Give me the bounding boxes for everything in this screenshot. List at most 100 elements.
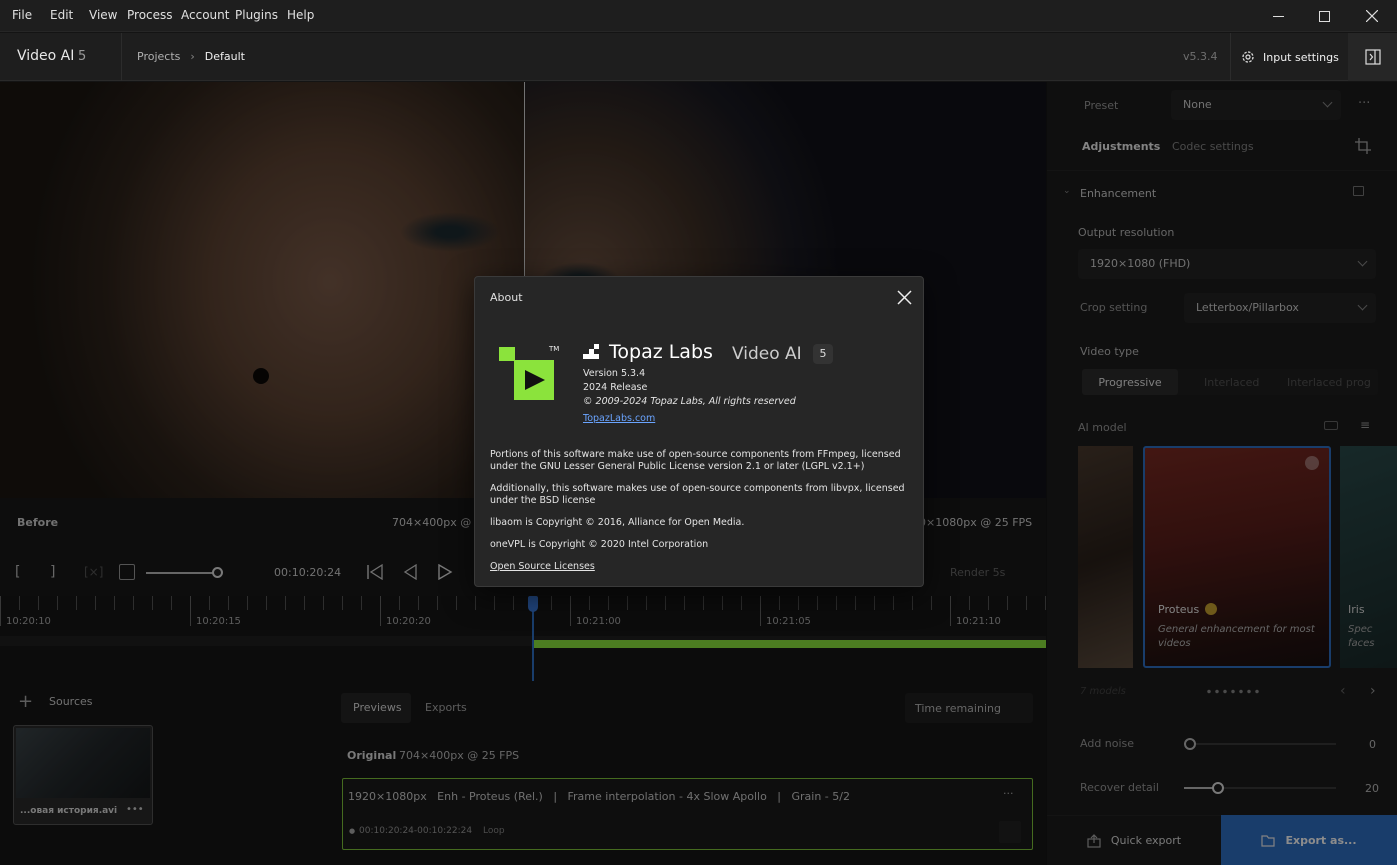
- menu-help[interactable]: Help: [287, 8, 314, 22]
- about-dialog: About TM Topaz Labs Video AI 5 Version 5…: [474, 276, 924, 587]
- model-card-previous[interactable]: [1078, 446, 1133, 668]
- export-as-button[interactable]: Export as...: [1221, 815, 1397, 865]
- lock-icon[interactable]: [1353, 186, 1364, 196]
- carousel-prev-icon[interactable]: ‹: [1340, 683, 1346, 699]
- trademark-mark: TM: [549, 345, 560, 353]
- recover-detail-handle[interactable]: [1212, 782, 1224, 794]
- original-info: 704×400px @ 25 FPS: [399, 749, 520, 762]
- export-as-label: Export as...: [1285, 833, 1357, 847]
- loop-toggle[interactable]: Loop: [483, 826, 505, 836]
- folder-icon: [1261, 835, 1276, 847]
- list-view-icon[interactable]: ≡: [1360, 418, 1370, 432]
- prev-frame-icon[interactable]: [401, 564, 419, 580]
- source-thumbnail[interactable]: ...овая история.avi •••: [13, 725, 153, 825]
- chevron-down-icon: [1357, 256, 1368, 267]
- model-desc-next: Spec faces: [1348, 624, 1375, 649]
- maximize-button[interactable]: [1301, 0, 1347, 32]
- tick-label: 10:20:10: [6, 616, 51, 627]
- open-source-licenses-link[interactable]: Open Source Licenses: [490, 561, 915, 573]
- quick-export-button[interactable]: Quick export: [1047, 815, 1221, 865]
- mark-out-button[interactable]: ]: [50, 564, 55, 580]
- minimize-button[interactable]: [1255, 0, 1301, 32]
- crop-dropdown[interactable]: Letterbox/Pillarbox: [1184, 293, 1376, 323]
- play-icon[interactable]: [437, 564, 453, 580]
- timecode: 00:10:20:24: [274, 566, 342, 579]
- grid-view-icon[interactable]: [1324, 421, 1338, 430]
- zoom-slider[interactable]: [146, 572, 218, 574]
- chevron-down-icon[interactable]: ⌄: [1063, 186, 1071, 196]
- tick-label: 10:21:05: [766, 616, 811, 627]
- sources-label: Sources: [49, 695, 93, 708]
- add-source-button[interactable]: +: [18, 691, 33, 712]
- zoom-slider-handle[interactable]: [212, 567, 223, 578]
- playhead-handle[interactable]: [528, 596, 538, 612]
- version-label: v5.3.4: [1183, 50, 1218, 63]
- menu-account[interactable]: Account: [181, 8, 229, 22]
- model-desc: General enhancement for most videos: [1158, 624, 1315, 649]
- crop-icon[interactable]: [1355, 138, 1371, 154]
- preset-value: None: [1183, 98, 1212, 111]
- model-card-iris[interactable]: Iris Spec faces: [1340, 446, 1397, 668]
- toggle-panel-button[interactable]: [1348, 33, 1397, 81]
- sort-dropdown[interactable]: Time remaining: [905, 693, 1033, 723]
- selected-check-icon: [1305, 456, 1319, 470]
- input-settings-button[interactable]: Input settings: [1230, 33, 1347, 81]
- topaz-logo-icon: [583, 344, 599, 359]
- add-noise-label: Add noise: [1080, 737, 1135, 750]
- render-button[interactable]: Render 5s: [950, 566, 1005, 579]
- menu-file[interactable]: File: [12, 8, 32, 22]
- close-window-button[interactable]: [1349, 0, 1395, 32]
- menu-bar: File Edit View Process Account Plugins H…: [0, 0, 1397, 32]
- breadcrumb-projects[interactable]: Projects: [137, 50, 180, 63]
- tab-previews[interactable]: Previews: [341, 693, 411, 723]
- output-res-label: Output resolution: [1078, 226, 1175, 239]
- zoom-fit-button[interactable]: [119, 564, 135, 580]
- check-icon[interactable]: [999, 821, 1021, 843]
- carousel-next-icon[interactable]: ›: [1370, 683, 1376, 699]
- app-name: Video AI: [17, 48, 75, 64]
- website-link[interactable]: TopazLabs.com: [583, 413, 655, 424]
- source-menu-button[interactable]: •••: [126, 804, 144, 815]
- carousel-dots[interactable]: [1205, 689, 1261, 694]
- preset-label: Preset: [1084, 99, 1119, 112]
- preview-range-bar[interactable]: [533, 640, 1046, 648]
- app-header: Video AI 5 Projects › Default v5.3.4 Inp…: [0, 33, 1397, 81]
- model-name-next: Iris: [1348, 603, 1365, 616]
- menu-edit[interactable]: Edit: [50, 8, 73, 22]
- add-noise-slider[interactable]: [1184, 743, 1336, 745]
- sort-dropdown-label: Time remaining: [915, 702, 1001, 715]
- models-count: 7 models: [1080, 686, 1126, 697]
- add-noise-value: 0: [1369, 738, 1376, 751]
- output-res-dropdown[interactable]: 1920×1080 (FHD): [1078, 249, 1376, 279]
- status-dot: ●: [349, 827, 356, 835]
- timeline[interactable]: 10:20:10 10:20:15 10:20:20 10:21:00 10:2…: [0, 596, 1046, 681]
- preset-dropdown[interactable]: None: [1171, 90, 1341, 120]
- copyright-text: © 2009-2024 Topaz Labs, All rights reser…: [583, 396, 796, 407]
- menu-plugins[interactable]: Plugins: [235, 8, 278, 22]
- clear-marks-button[interactable]: [×]: [84, 565, 103, 579]
- settings-panel: Preset None ··· Adjustments Codec settin…: [1047, 82, 1397, 865]
- tab-adjustments[interactable]: Adjustments: [1082, 140, 1160, 153]
- add-noise-handle[interactable]: [1184, 738, 1196, 750]
- tick-label: 10:20:20: [386, 616, 431, 627]
- tab-codec-settings[interactable]: Codec settings: [1172, 140, 1254, 153]
- menu-process[interactable]: Process: [127, 8, 173, 22]
- mark-in-button[interactable]: [: [15, 564, 20, 580]
- breadcrumb-current: Default: [204, 50, 245, 63]
- tick-label: 10:20:15: [196, 616, 241, 627]
- tick-label: 10:21:00: [576, 616, 621, 627]
- video-type-interlaced[interactable]: Interlaced: [1204, 376, 1259, 389]
- video-type-interlaced-prog[interactable]: Interlaced prog: [1287, 376, 1371, 389]
- ffmpeg-notice: Portions of this software make use of op…: [490, 449, 901, 472]
- skip-start-icon[interactable]: [366, 564, 384, 580]
- menu-view[interactable]: View: [89, 8, 117, 22]
- libaom-notice: libaom is Copyright © 2016, Alliance for…: [490, 517, 745, 528]
- tab-exports[interactable]: Exports: [425, 701, 467, 714]
- preview-item[interactable]: 1920×1080px Enh - Proteus (Rel.) | Frame…: [342, 778, 1033, 850]
- close-icon[interactable]: [897, 290, 912, 305]
- model-card-proteus[interactable]: Proteus General enhancement for most vid…: [1143, 446, 1331, 668]
- video-type-progressive[interactable]: Progressive: [1082, 369, 1178, 395]
- preview-item-menu[interactable]: ···: [1003, 787, 1014, 800]
- preset-menu-button[interactable]: ···: [1358, 96, 1370, 111]
- version-text: Version 5.3.4: [583, 368, 646, 379]
